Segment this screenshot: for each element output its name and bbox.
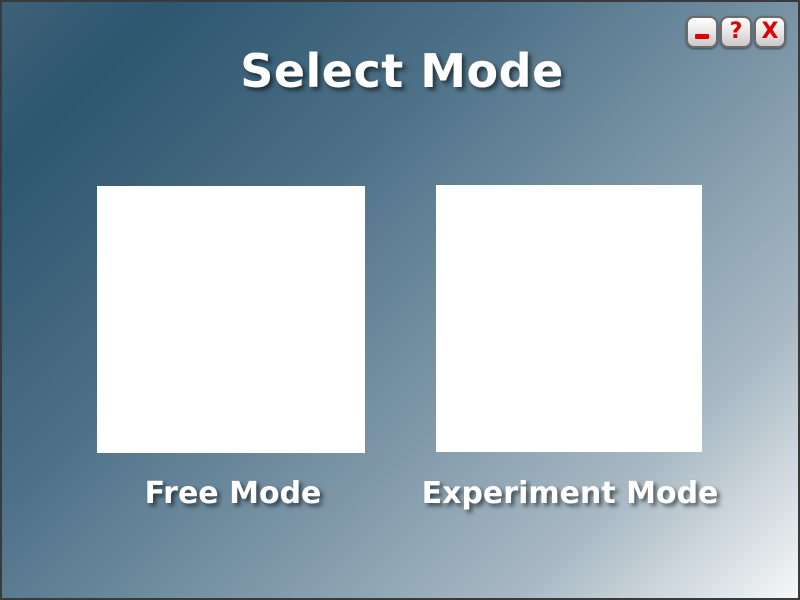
page-title: Select Mode bbox=[240, 44, 564, 98]
free-mode-card[interactable] bbox=[97, 186, 365, 453]
close-icon: X bbox=[761, 19, 779, 44]
help-button[interactable]: ? bbox=[720, 16, 752, 48]
close-button[interactable]: X bbox=[754, 16, 786, 48]
experiment-mode-card[interactable] bbox=[436, 185, 702, 452]
free-mode-label[interactable]: Free Mode bbox=[97, 476, 369, 511]
help-icon: ? bbox=[729, 19, 743, 44]
app-window: Select Mode ? X Free Mode Experiment Mod… bbox=[0, 0, 800, 600]
experiment-mode-label[interactable]: Experiment Mode bbox=[400, 476, 740, 511]
minimize-icon bbox=[695, 33, 709, 39]
window-controls: ? X bbox=[686, 16, 786, 48]
minimize-button[interactable] bbox=[686, 16, 718, 48]
